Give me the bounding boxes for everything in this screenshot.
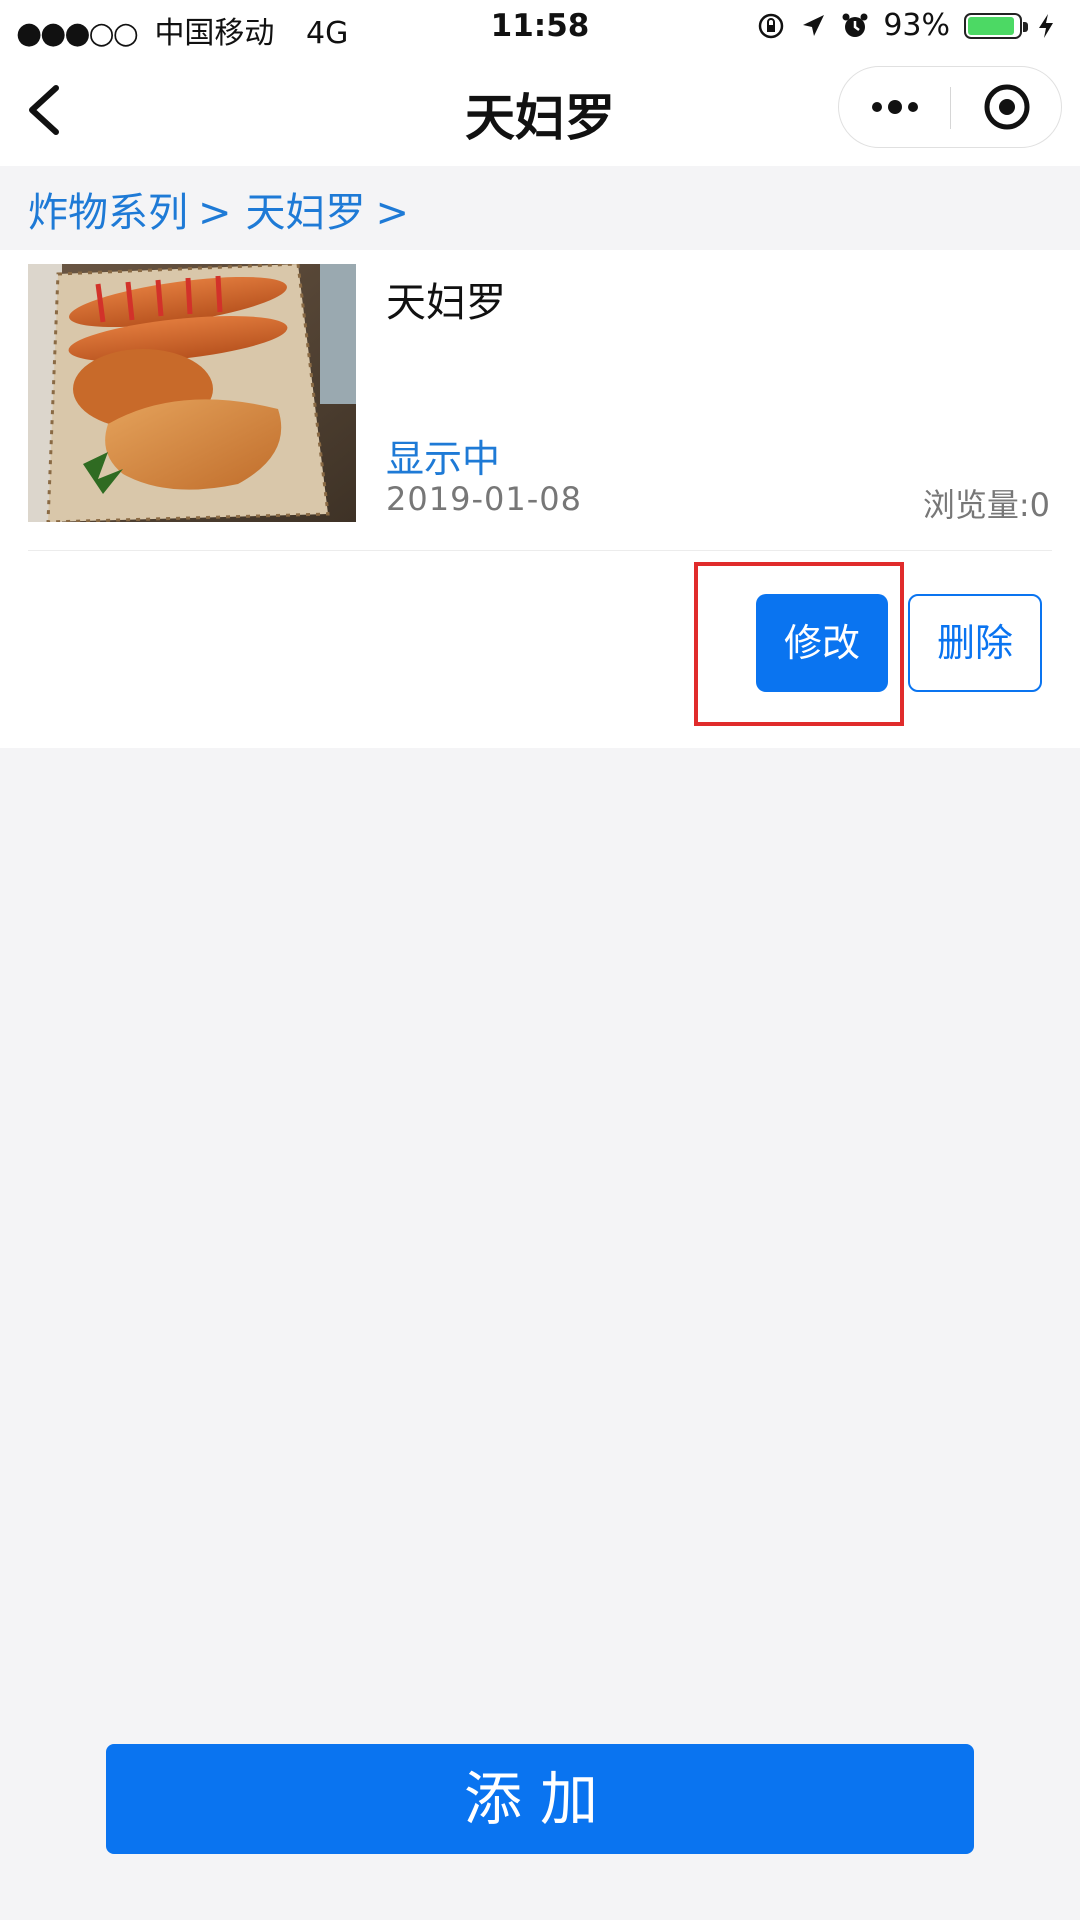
breadcrumb-item-current[interactable]: 天妇罗 <box>246 190 366 236</box>
edit-button[interactable]: 修改 <box>756 594 888 692</box>
breadcrumb-separator: > <box>375 190 410 236</box>
charging-bolt-icon <box>1036 12 1064 40</box>
location-arrow-icon <box>799 12 827 40</box>
item-status: 显示中 <box>386 437 501 481</box>
alarm-icon <box>841 12 869 40</box>
more-button[interactable] <box>863 67 927 147</box>
more-dots-icon <box>872 100 918 114</box>
delete-button[interactable]: 删除 <box>908 594 1042 692</box>
item-date: 2019-01-08 <box>386 480 582 518</box>
rotation-lock-icon <box>757 12 785 40</box>
battery-fill <box>968 16 1015 35</box>
close-mini-program-button[interactable] <box>975 67 1039 147</box>
breadcrumb: 炸物系列 > 天妇罗 > <box>0 166 1080 250</box>
status-right: 93% <box>757 8 1064 43</box>
item-card: 天妇罗 显示中 2019-01-08 浏览量:0 修改 删除 <box>0 250 1080 748</box>
item-view-count: 浏览量:0 <box>922 486 1050 524</box>
battery-icon <box>964 12 1028 39</box>
add-button[interactable]: 添加 <box>106 1744 974 1854</box>
status-bar: ●●●○○ 中国移动 4G 11:58 93% <box>0 0 1080 54</box>
breadcrumb-item-category[interactable]: 炸物系列 <box>28 190 188 236</box>
page: ●●●○○ 中国移动 4G 11:58 93% 天妇罗 炸物系列 > 天妇罗 >… <box>0 0 1080 1920</box>
tempura-photo <box>28 264 356 522</box>
item-title: 天妇罗 <box>386 280 506 326</box>
target-close-icon <box>984 84 1030 130</box>
breadcrumb-trail: 炸物系列 > 天妇罗 > <box>28 180 423 238</box>
nav-bar: 天妇罗 <box>0 54 1080 166</box>
breadcrumb-separator: > <box>198 190 232 236</box>
capsule-divider <box>950 87 951 129</box>
item-thumbnail[interactable] <box>28 264 356 522</box>
mini-program-capsule <box>838 66 1062 148</box>
card-divider <box>28 550 1052 551</box>
battery-percent: 93% <box>883 8 950 43</box>
